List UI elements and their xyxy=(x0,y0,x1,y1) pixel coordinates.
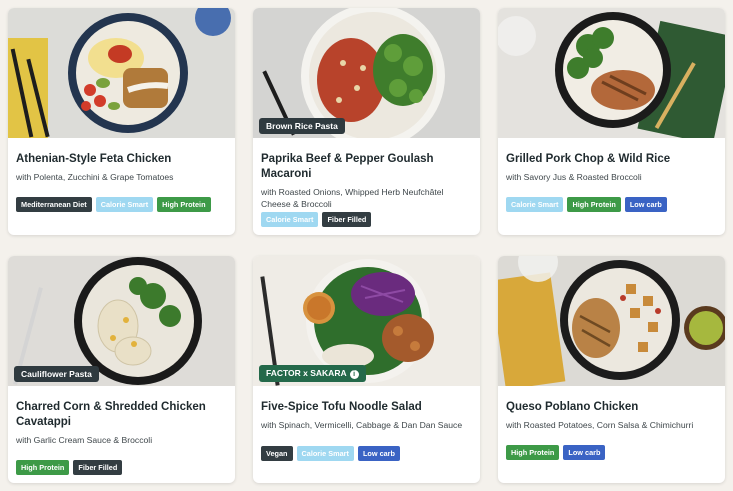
meal-title[interactable]: Grilled Pork Chop & Wild Rice xyxy=(506,152,717,167)
badge-list: Calorie Smart High Protein Low carb xyxy=(506,197,667,212)
badge-calorie-smart: Calorie Smart xyxy=(506,197,564,212)
meal-tag: FACTOR x SAKARA i xyxy=(259,365,366,382)
meal-subtitle: with Garlic Cream Sauce & Broccoli xyxy=(16,435,153,445)
meal-card-pork-chop[interactable]: Grilled Pork Chop & Wild Rice with Savor… xyxy=(498,8,725,235)
meal-title[interactable]: Charred Corn & Shredded Chicken Cavatapp… xyxy=(16,400,227,430)
meal-image xyxy=(498,256,725,386)
badge-high-protein: High Protein xyxy=(567,197,621,212)
meal-image xyxy=(498,8,725,138)
badge-calorie-smart: Calorie Smart xyxy=(261,212,319,227)
badge-calorie-smart: Calorie Smart xyxy=(296,446,354,461)
meal-subtitle: with Roasted Onions, Whipped Herb Neufch… xyxy=(261,187,444,209)
meal-image: FACTOR x SAKARA i xyxy=(253,256,480,386)
meal-card-queso-poblano[interactable]: Queso Poblano Chicken with Roasted Potat… xyxy=(498,256,725,483)
meal-card-charred-corn-cavatappi[interactable]: Cauliflower Pasta Charred Corn & Shredde… xyxy=(8,256,235,483)
badge-high-protein: High Protein xyxy=(16,460,70,475)
meal-card-paprika-goulash[interactable]: Brown Rice Pasta Paprika Beef & Pepper G… xyxy=(253,8,480,235)
meal-tag-label: FACTOR x SAKARA xyxy=(266,368,347,378)
meal-subtitle: with Roasted Potatoes, Corn Salsa & Chim… xyxy=(506,420,694,430)
meal-title[interactable]: Five-Spice Tofu Noodle Salad xyxy=(261,400,472,415)
badge-fiber-filled: Fiber Filled xyxy=(322,212,372,227)
badge-low-carb: Low carb xyxy=(563,445,606,460)
meal-image xyxy=(8,8,235,138)
badge-list: High Protein Low carb xyxy=(506,445,606,460)
badge-low-carb: Low carb xyxy=(357,446,400,461)
meal-subtitle: with Savory Jus & Roasted Broccoli xyxy=(506,172,642,182)
badge-vegan: Vegan xyxy=(261,446,293,461)
meal-image: Brown Rice Pasta xyxy=(253,8,480,138)
badge-fiber-filled: Fiber Filled xyxy=(73,460,123,475)
meal-title[interactable]: Paprika Beef & Pepper Goulash Macaroni xyxy=(261,152,472,182)
info-icon[interactable]: i xyxy=(349,370,359,379)
meal-tag: Brown Rice Pasta xyxy=(259,118,345,134)
meal-subtitle: with Polenta, Zucchini & Grape Tomatoes xyxy=(16,172,174,182)
meal-subtitle: with Spinach, Vermicelli, Cabbage & Dan … xyxy=(261,420,463,430)
badge-list: High Protein Fiber Filled xyxy=(16,460,123,475)
badge-list: Vegan Calorie Smart Low carb xyxy=(261,446,400,461)
badge-high-protein: High Protein xyxy=(506,445,560,460)
badge-list: Mediterranean Diet Calorie Smart High Pr… xyxy=(16,197,211,212)
badge-calorie-smart: Calorie Smart xyxy=(95,197,154,212)
meal-tag: Cauliflower Pasta xyxy=(14,366,99,382)
badge-mediterranean-diet: Mediterranean Diet xyxy=(16,197,92,212)
badge-high-protein: High Protein xyxy=(157,197,211,212)
badge-list: Calorie Smart Fiber Filled xyxy=(261,212,372,227)
meal-image: Cauliflower Pasta xyxy=(8,256,235,386)
meal-card-tofu-noodle-salad[interactable]: FACTOR x SAKARA i Five-Spice Tofu Noodle … xyxy=(253,256,480,483)
meal-card-feta-chicken[interactable]: Athenian-Style Feta Chicken with Polenta… xyxy=(8,8,235,235)
meal-title[interactable]: Athenian-Style Feta Chicken xyxy=(16,152,227,167)
badge-low-carb: Low carb xyxy=(624,197,667,212)
meal-title[interactable]: Queso Poblano Chicken xyxy=(506,400,717,415)
